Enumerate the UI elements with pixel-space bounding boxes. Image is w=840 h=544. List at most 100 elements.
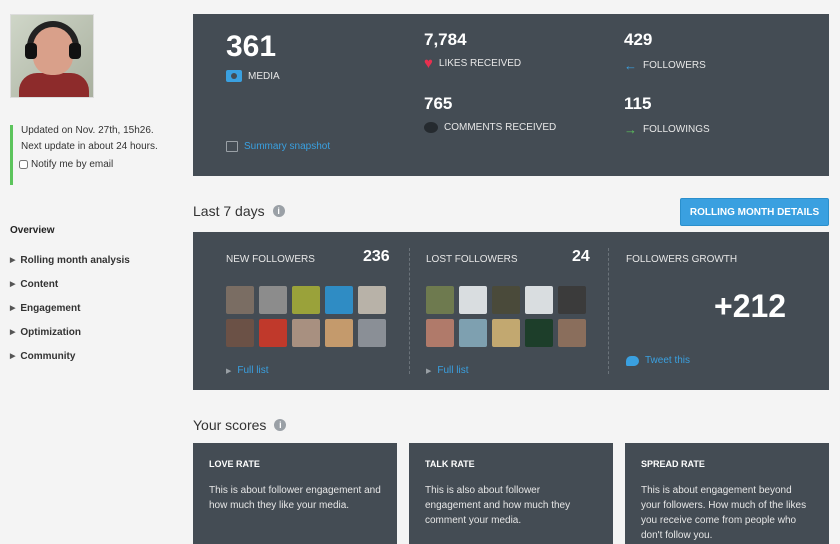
headphone-right bbox=[69, 43, 81, 59]
rolling-month-details-button[interactable]: ROLLING MONTH DETAILS bbox=[680, 198, 829, 226]
sidebar-nav: Overview ▶ Rolling month analysis ▶ Conten… bbox=[10, 225, 180, 368]
scores-title: Your scores bbox=[193, 417, 267, 433]
new-followers-thumbnails bbox=[226, 286, 386, 347]
nav-item-label: Community bbox=[20, 350, 76, 362]
tweet-this-link[interactable]: Tweet this bbox=[626, 355, 690, 366]
nav-item-label: Rolling month analysis bbox=[20, 254, 130, 266]
last7-panel: NEW FOLLOWERS 236 ▶ Full list LOST FOLLO… bbox=[193, 232, 829, 390]
new-follower-avatar-thumb[interactable] bbox=[292, 319, 320, 347]
lost-follower-avatar-thumb[interactable] bbox=[459, 286, 487, 314]
nav-item-community[interactable]: ▶ Community bbox=[10, 344, 180, 368]
info-icon[interactable]: i bbox=[272, 205, 285, 217]
nav-item-rolling-month[interactable]: ▶ Rolling month analysis bbox=[10, 248, 180, 272]
score-title: TALK RATE bbox=[425, 459, 475, 469]
triangle-right-icon: ▶ bbox=[10, 353, 16, 360]
nav-item-optimization[interactable]: ▶ Optimization bbox=[10, 320, 180, 344]
new-follower-avatar-thumb[interactable] bbox=[325, 319, 353, 347]
comments-label-row: COMMENTS RECEIVED bbox=[424, 122, 556, 133]
score-title: SPREAD RATE bbox=[641, 459, 705, 469]
likes-count: 7,784 bbox=[424, 30, 467, 49]
full-list-label: Full list bbox=[237, 365, 269, 376]
followers-label: FOLLOWERS bbox=[643, 60, 706, 71]
new-follower-avatar-thumb[interactable] bbox=[325, 286, 353, 314]
arrow-left-icon: ← bbox=[624, 58, 637, 73]
lost-follower-avatar-thumb[interactable] bbox=[558, 319, 586, 347]
lost-follower-avatar-thumb[interactable] bbox=[459, 319, 487, 347]
triangle-right-icon: ▶ bbox=[426, 367, 432, 375]
score-title: LOVE RATE bbox=[209, 459, 260, 469]
lost-follower-avatar-thumb[interactable] bbox=[426, 319, 454, 347]
update-time: Updated on Nov. 27th, 15h26. bbox=[21, 125, 154, 136]
last7-heading: Last 7 days i bbox=[193, 203, 285, 219]
score-description: This is also about follower engagement a… bbox=[425, 485, 571, 526]
score-description: This is about engagement beyond your fol… bbox=[641, 485, 807, 541]
snapshot-icon bbox=[226, 141, 238, 152]
divider bbox=[608, 248, 609, 374]
nav-item-label: Optimization bbox=[20, 326, 81, 338]
lost-followers-full-list-link[interactable]: ▶ Full list bbox=[426, 365, 469, 376]
notify-checkbox[interactable] bbox=[19, 160, 28, 169]
lost-follower-avatar-thumb[interactable] bbox=[426, 286, 454, 314]
followings-label: FOLLOWINGS bbox=[643, 124, 710, 135]
triangle-right-icon: ▶ bbox=[10, 281, 16, 288]
media-count: 361 bbox=[226, 30, 277, 63]
avatar-shirt bbox=[19, 73, 89, 97]
tweet-this-label: Tweet this bbox=[645, 355, 691, 366]
triangle-right-icon: ▶ bbox=[10, 305, 16, 312]
spread-rate-card: SPREAD RATE This is about engagement bey… bbox=[625, 443, 829, 544]
followers-count: 429 bbox=[624, 30, 653, 49]
lost-followers-count: 24 bbox=[572, 248, 590, 265]
twitter-bird-icon bbox=[626, 355, 639, 366]
media-label: MEDIA bbox=[248, 70, 280, 82]
new-follower-avatar-thumb[interactable] bbox=[259, 319, 287, 347]
comments-count: 765 bbox=[424, 94, 453, 113]
triangle-right-icon: ▶ bbox=[10, 257, 16, 264]
new-follower-avatar-thumb[interactable] bbox=[226, 286, 254, 314]
new-followers-count: 236 bbox=[363, 248, 390, 265]
next-update: Next update in about 24 hours. bbox=[21, 141, 158, 152]
triangle-right-icon: ▶ bbox=[10, 329, 16, 336]
lost-follower-avatar-thumb[interactable] bbox=[558, 286, 586, 314]
followers-label-row: ← FOLLOWERS bbox=[624, 58, 706, 73]
followers-growth-value: +212 bbox=[714, 288, 787, 324]
lost-followers-thumbnails bbox=[426, 286, 586, 347]
comment-bubble-icon bbox=[424, 122, 438, 133]
summary-snapshot-label: Summary snapshot bbox=[244, 141, 331, 152]
followings-label-row: → FOLLOWINGS bbox=[624, 122, 710, 137]
nav-item-engagement[interactable]: ▶ Engagement bbox=[10, 296, 180, 320]
likes-label-row: ♥ LIKES RECEIVED bbox=[424, 54, 521, 72]
lost-follower-avatar-thumb[interactable] bbox=[492, 286, 520, 314]
arrow-right-icon: → bbox=[624, 122, 637, 137]
lost-follower-avatar-thumb[interactable] bbox=[525, 286, 553, 314]
heart-icon: ♥ bbox=[424, 54, 433, 72]
new-followers-full-list-link[interactable]: ▶ Full list bbox=[226, 365, 269, 376]
new-follower-avatar-thumb[interactable] bbox=[226, 319, 254, 347]
new-followers-label: NEW FOLLOWERS bbox=[226, 254, 315, 265]
nav-item-label: Content bbox=[20, 278, 59, 290]
scores-heading: Your scores i bbox=[193, 417, 287, 433]
last7-title: Last 7 days bbox=[193, 203, 265, 219]
followers-growth-label: FOLLOWERS GROWTH bbox=[626, 254, 738, 265]
triangle-right-icon: ▶ bbox=[226, 367, 232, 375]
comments-label: COMMENTS RECEIVED bbox=[444, 122, 557, 133]
nav-item-content[interactable]: ▶ Content bbox=[10, 272, 180, 296]
divider bbox=[409, 248, 410, 374]
headphone-left bbox=[25, 43, 37, 59]
info-icon[interactable]: i bbox=[274, 419, 287, 431]
summary-snapshot-link[interactable]: Summary snapshot bbox=[226, 141, 330, 152]
lost-follower-avatar-thumb[interactable] bbox=[525, 319, 553, 347]
avatar bbox=[10, 14, 94, 98]
new-follower-avatar-thumb[interactable] bbox=[259, 286, 287, 314]
new-follower-avatar-thumb[interactable] bbox=[292, 286, 320, 314]
summary-panel: 361 MEDIA 7,784 ♥ LIKES RECEIVED 765 COM… bbox=[193, 14, 829, 176]
update-status: Updated on Nov. 27th, 15h26. Next update… bbox=[10, 125, 180, 185]
love-rate-card: LOVE RATE This is about follower engagem… bbox=[193, 443, 397, 544]
nav-overview[interactable]: Overview bbox=[10, 225, 180, 236]
notify-option[interactable]: Notify me by email bbox=[13, 159, 180, 170]
lost-follower-avatar-thumb[interactable] bbox=[492, 319, 520, 347]
notify-label: Notify me by email bbox=[31, 159, 114, 170]
new-follower-avatar-thumb[interactable] bbox=[358, 286, 386, 314]
lost-followers-label: LOST FOLLOWERS bbox=[426, 254, 518, 265]
talk-rate-card: TALK RATE This is also about follower en… bbox=[409, 443, 613, 544]
new-follower-avatar-thumb[interactable] bbox=[358, 319, 386, 347]
